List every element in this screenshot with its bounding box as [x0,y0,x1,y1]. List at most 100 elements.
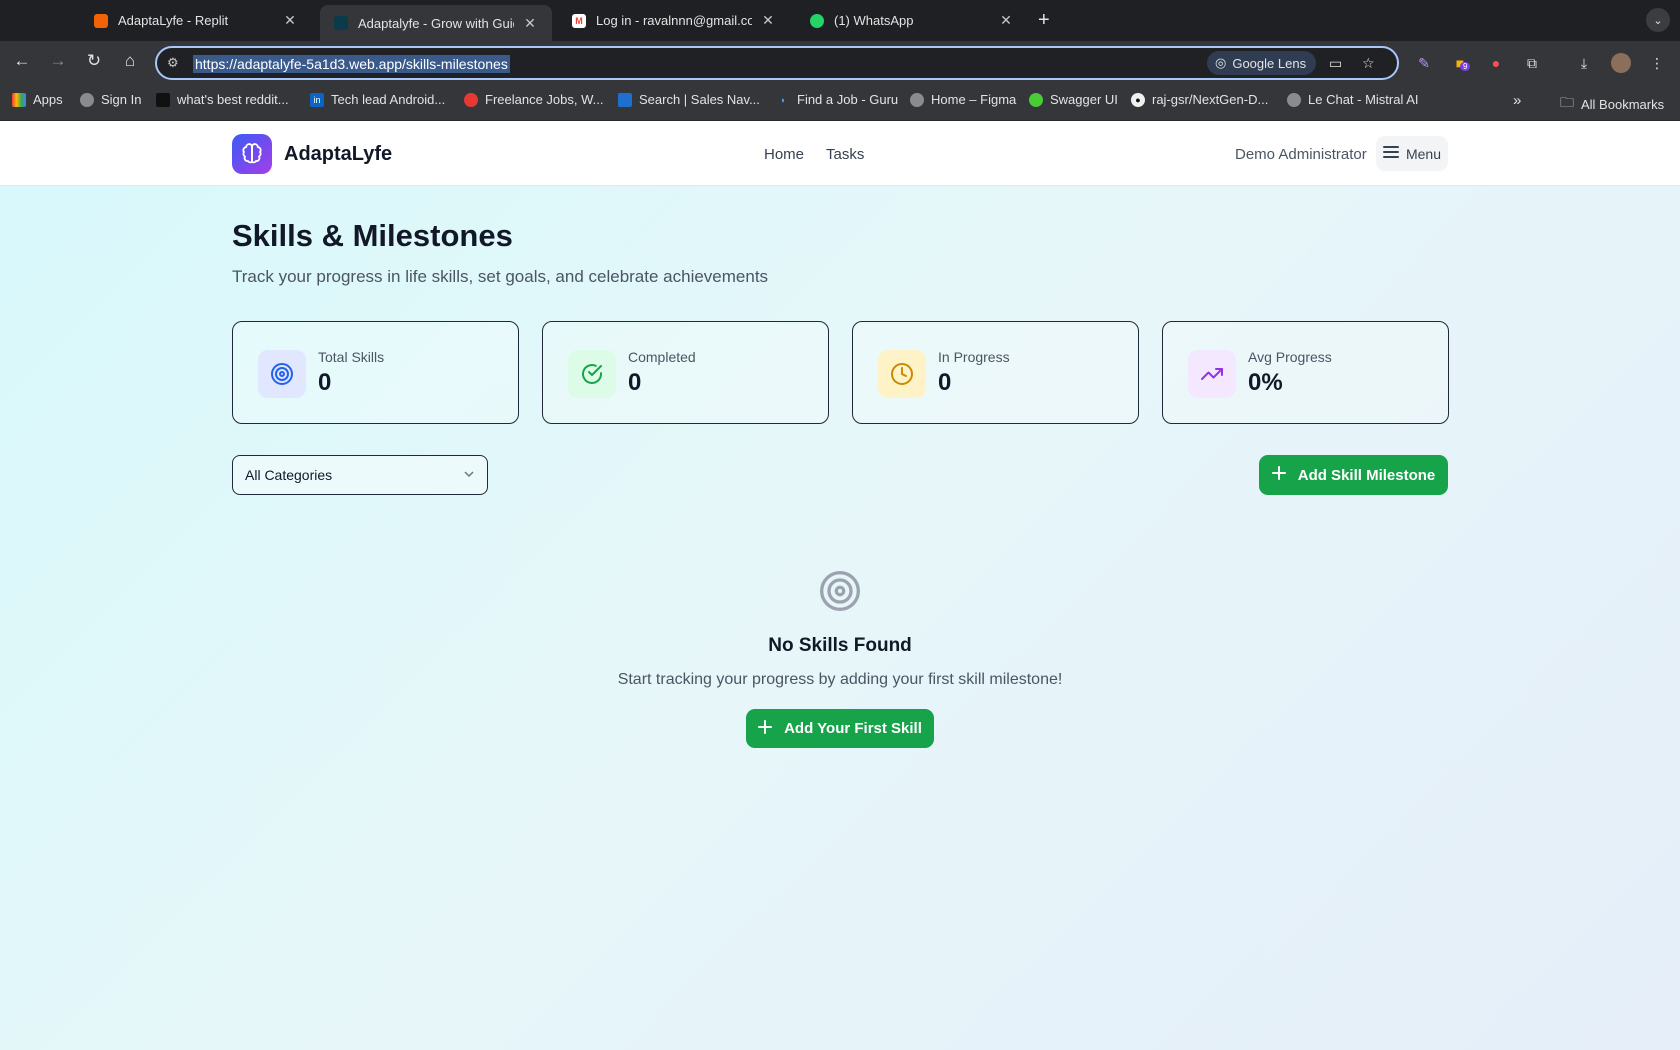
gmail-favicon-icon: M [572,13,586,28]
page-title: Skills & Milestones [232,218,513,253]
adblock-icon[interactable]: ● [1487,54,1505,72]
tab-title: AdaptaLyfe - Replit [118,13,229,28]
bookmark-label: Find a Job - Guru [797,92,899,107]
google-lens-button[interactable]: ◎ Google Lens [1207,51,1317,75]
globe-icon [1287,92,1301,107]
install-app-icon[interactable]: ▭ [1329,55,1342,72]
bookmark-label: Le Chat - Mistral AI [1308,92,1419,107]
stat-card-in-progress: In Progress 0 [852,321,1139,424]
stat-value: 0 [318,369,332,396]
bookmark-reddit[interactable]: what's best reddit... [156,92,289,107]
brand-name[interactable]: AdaptaLyfe [284,143,392,166]
check-circle-icon [568,350,616,398]
menu-button[interactable]: Menu [1376,136,1448,171]
tab-strip: AdaptaLyfe - Replit ✕ Adaptalyfe - Grow … [0,0,1680,41]
stat-label: In Progress [938,349,1010,365]
bookmark-guru[interactable]: ◗ Find a Job - Guru [776,92,898,107]
bookmark-freelance[interactable]: Freelance Jobs, W... [464,92,604,107]
stat-card-total-skills: Total Skills 0 [232,321,519,424]
download-icon[interactable]: ⤓ [1575,54,1593,72]
stat-label: Avg Progress [1248,349,1332,365]
bookmark-sign-in[interactable]: Sign In [80,92,141,107]
trending-up-icon [1188,350,1236,398]
stat-label: Completed [628,349,696,365]
all-bookmarks[interactable]: 🗀 All Bookmarks [1560,92,1664,116]
extension-badge-icon[interactable]: ■ 9 [1451,54,1471,72]
bookmark-github[interactable]: ● raj-gsr/NextGen-D... [1131,92,1268,107]
stat-card-avg-progress: Avg Progress 0% [1162,321,1449,424]
globe-icon [910,92,924,107]
close-icon[interactable]: ✕ [282,12,298,29]
tab-adaptalyfe[interactable]: Adaptalyfe - Grow with Guida ✕ [320,5,552,41]
guru-icon: ◗ [776,92,790,107]
target-icon [258,350,306,398]
bookmarks-bar: Apps Sign In what's best reddit... in Tec… [0,81,1680,121]
empty-state-message: Start tracking your progress by adding y… [617,671,1063,688]
bookmark-sales-nav[interactable]: Search | Sales Nav... [618,92,760,107]
add-skill-milestone-button[interactable]: Add Skill Milestone [1259,455,1448,495]
menu-label: Menu [1405,145,1442,162]
close-icon[interactable]: ✕ [998,12,1014,29]
compass-icon [618,92,632,107]
profile-avatar[interactable] [1611,53,1631,73]
add-first-skill-button[interactable]: Add Your First Skill [746,709,934,748]
stat-label: Total Skills [318,349,385,365]
star-icon[interactable]: ☆ [1362,55,1375,72]
nav-home[interactable]: Home [764,146,804,163]
plus-icon [1271,466,1286,484]
brain-logo-icon[interactable] [232,134,272,174]
swagger-icon [1029,92,1043,107]
bookmark-swagger[interactable]: Swagger UI [1029,92,1118,107]
bookmark-le-chat[interactable]: Le Chat - Mistral AI [1287,92,1419,107]
bookmark-figma[interactable]: Home – Figma [910,92,1016,107]
stat-value: 0 [628,369,642,396]
bookmark-label: what's best reddit... [177,92,289,107]
page-subtitle: Track your progress in life skills, set … [232,267,769,286]
nav-tasks[interactable]: Tasks [826,146,864,163]
tab-title: (1) WhatsApp [834,13,914,28]
target-icon [818,569,862,613]
home-icon[interactable]: ⌂ [119,50,141,72]
lens-label: Google Lens [1232,55,1307,71]
feather-extension-icon[interactable]: ✎ [1415,54,1433,72]
tab-gmail[interactable]: M Log in - ravalnnn@gmail.com ✕ [558,5,790,36]
linkedin-icon: in [310,92,324,107]
stat-value: 0% [1248,369,1283,396]
chevron-down-icon[interactable]: ⌄ [1646,8,1670,32]
back-arrow-icon[interactable]: ← [11,50,33,72]
forward-arrow-icon[interactable]: → [47,50,69,72]
folder-icon: 🗀 [1560,94,1574,110]
page-content: AdaptaLyfe Home Tasks Demo Administrator… [0,121,1680,1050]
stat-value: 0 [938,369,952,396]
url-text[interactable]: https://adaptalyfe-5a1d3.web.app/skills-… [193,55,510,73]
kebab-menu-icon[interactable]: ⋮ [1648,54,1666,72]
category-select-value: All Categories [245,467,333,483]
extension-badge-count: 9 [1460,62,1471,71]
puzzle-extensions-icon[interactable]: ⧉ [1523,54,1541,72]
reddit-icon [156,92,170,107]
bookmark-label: Sign In [101,92,142,107]
close-icon[interactable]: ✕ [522,15,538,32]
bookmark-apps[interactable]: Apps [12,92,63,107]
bookmark-label: Home – Figma [931,92,1017,107]
lens-icon: ◎ [1215,55,1227,70]
new-tab-icon[interactable]: + [1038,9,1050,32]
site-settings-icon[interactable]: ⚙ [167,55,179,71]
bookmark-label: raj-gsr/NextGen-D... [1152,92,1269,107]
tab-replit[interactable]: AdaptaLyfe - Replit ✕ [80,5,312,36]
address-bar[interactable]: ⚙ https://adaptalyfe-5a1d3.web.app/skill… [155,46,1399,80]
tab-whatsapp[interactable]: (1) WhatsApp ✕ [796,5,1028,36]
bookmark-label: Freelance Jobs, W... [485,92,604,107]
more-bookmarks-icon[interactable]: » [1513,92,1521,109]
bookmark-label: Swagger UI [1050,92,1118,107]
reload-icon[interactable]: ↻ [83,50,105,72]
tab-title: Log in - ravalnnn@gmail.com [596,13,752,28]
category-select[interactable]: All Categories [232,455,488,495]
globe-icon [80,92,94,107]
bookmark-label: All Bookmarks [1581,96,1665,112]
bookmark-linkedin[interactable]: in Tech lead Android... [310,92,445,107]
close-icon[interactable]: ✕ [760,12,776,29]
add-first-skill-label: Add Your First Skill [784,720,922,737]
bookmark-label: Tech lead Android... [331,92,446,107]
bookmark-label: Apps [33,92,63,107]
